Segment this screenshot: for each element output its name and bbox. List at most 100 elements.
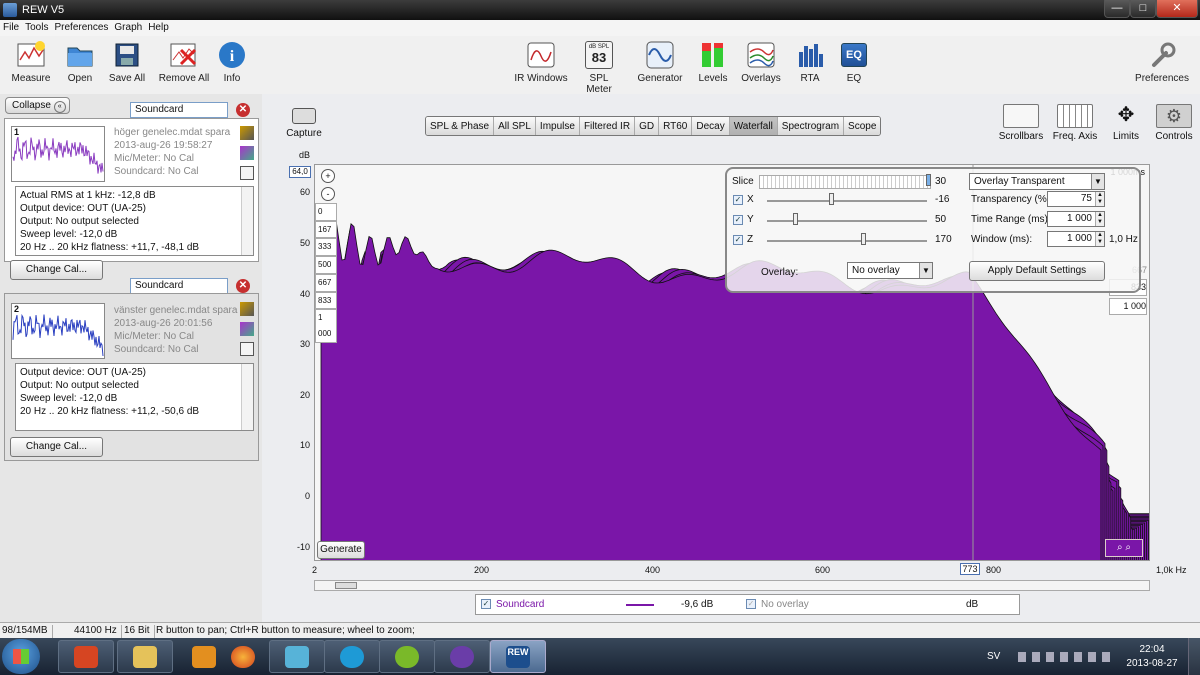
tab-impulse[interactable]: Impulse [535,117,580,135]
y-slider-thumb[interactable] [793,213,798,225]
y-top-value[interactable]: 64,0 [289,166,311,178]
ir-windows-label: IR Windows [514,73,568,84]
measurement-2-soundcard-field[interactable]: Soundcard [130,278,228,294]
z-slider-thumb[interactable] [861,233,866,245]
measurement-1-thumbnail[interactable]: 1 [11,126,105,182]
save-all-button[interactable]: Save All [106,40,148,84]
measurement-1-notes-icon[interactable] [240,166,254,180]
minimize-button[interactable]: — [1104,0,1130,18]
legend-overlay-checkbox[interactable]: ✓ [746,599,756,609]
measurement-card-2[interactable]: Soundcard ✕ 2 vänster genelec.mdat spara… [4,271,259,461]
transparency-spinner[interactable]: 75 ▲ ▼ [1047,191,1105,207]
zoom-pair-icon[interactable]: ⌕ ⌕ [1105,539,1143,557]
measurement-2-cal-icon[interactable] [240,322,254,336]
menu-graph[interactable]: Graph [111,20,145,33]
close-button[interactable]: ✕ [1156,0,1198,18]
task-firefox[interactable] [215,640,271,673]
slice-slider[interactable] [759,175,931,189]
capture-button[interactable]: Capture [284,108,324,139]
time-range-value: 1 000 [1066,213,1092,224]
task-messenger[interactable] [269,640,325,673]
language-indicator[interactable]: SV [987,651,1000,662]
slice-slider-thumb[interactable] [926,174,931,186]
waterfall-plot[interactable]: + - 0 167 333 500 667 833 1 000 1 000ms … [314,164,1150,561]
x-slider[interactable] [767,200,927,202]
task-spotify[interactable] [379,640,435,673]
preferences-button[interactable]: Preferences [1132,40,1192,84]
change-cal-button-2[interactable]: Change Cal... [10,437,103,457]
y-checkbox[interactable]: ✓ [733,215,743,225]
measurement-1-info-scrollbar[interactable] [241,187,253,255]
open-button[interactable]: Open [60,40,100,84]
time-range-spinner[interactable]: 1 000 ▲ ▼ [1047,211,1105,227]
maximize-button[interactable]: □ [1130,0,1156,18]
overlay-mode-select[interactable]: Overlay Transparent ▼ [969,173,1105,190]
tab-waterfall[interactable]: Waterfall [729,117,778,135]
rta-button[interactable]: RTA [793,40,827,84]
measurement-card-1[interactable]: Soundcard ✕ 1 höger genelec.mdat spara 2… [4,96,259,262]
task-skype[interactable] [324,640,380,673]
task-rew[interactable]: REW [490,640,546,673]
measurement-2-delete-icon[interactable]: ✕ [236,279,250,293]
measurement-1-soundcard-field[interactable]: Soundcard [130,102,228,118]
limits-button[interactable]: ✥ Limits [1104,104,1148,142]
measurement-2-thumbnail[interactable]: 2 [11,303,105,359]
task-explorer[interactable] [117,640,173,673]
clock[interactable]: 22:04 2013-08-27 [1124,643,1180,671]
measurement-1-edit-icon[interactable] [240,126,254,140]
remove-all-button[interactable]: Remove All [156,40,212,84]
measurement-2-edit-icon[interactable] [240,302,254,316]
generate-button[interactable]: Generate [317,541,365,559]
tab-spectrogram[interactable]: Spectrogram [777,117,845,135]
tab-filtered-ir[interactable]: Filtered IR [579,117,636,135]
tab-gd[interactable]: GD [635,117,660,135]
measurement-1-cal-icon[interactable] [240,146,254,160]
ir-windows-button[interactable]: IR Windows [511,40,571,84]
eq-button[interactable]: EQ EQ [837,40,871,84]
apply-default-settings-button[interactable]: Apply Default Settings [969,261,1105,281]
x-checkbox[interactable]: ✓ [733,195,743,205]
zoom-out-icon[interactable]: - [321,187,335,201]
y-slider[interactable] [767,220,927,222]
menu-tools[interactable]: Tools [22,20,51,33]
levels-button[interactable]: Levels [695,40,731,84]
spinner-arrows-icon[interactable]: ▲ ▼ [1095,192,1104,206]
measure-button[interactable]: Measure [8,40,54,84]
horizontal-scrollbar-thumb[interactable] [335,582,357,589]
z-slider[interactable] [767,240,927,242]
spinner-arrows-icon[interactable]: ▲ ▼ [1095,232,1104,246]
scrollbars-button[interactable]: Scrollbars [996,104,1046,142]
window-spinner[interactable]: 1 000 ▲ ▼ [1047,231,1105,247]
spinner-arrows-icon[interactable]: ▲ ▼ [1095,212,1104,226]
start-button[interactable] [2,639,40,674]
freq-axis-button[interactable]: Freq. Axis [1050,104,1100,142]
show-desktop-button[interactable] [1188,638,1200,675]
menu-file[interactable]: File [0,20,22,33]
info-button[interactable]: i Info [216,40,248,84]
overlays-button[interactable]: Overlays [739,40,783,84]
zoom-in-icon[interactable]: + [321,169,335,183]
menu-preferences[interactable]: Preferences [51,20,111,33]
z-checkbox[interactable]: ✓ [733,235,743,245]
generator-button[interactable]: Generator [634,40,686,84]
tab-rt60[interactable]: RT60 [659,117,693,135]
task-office[interactable] [58,640,114,673]
measurement-1-delete-icon[interactable]: ✕ [236,103,250,117]
legend-soundcard-checkbox[interactable]: ✓ [481,599,491,609]
tab-spl-phase[interactable]: SPL & Phase [426,117,495,135]
measurement-2-date: 2013-aug-26 20:01:56 [114,318,213,329]
spl-meter-button[interactable]: dB SPL 83 SPL Meter [576,40,622,95]
z-tick: 833 [315,291,337,310]
x-slider-thumb[interactable] [829,193,834,205]
tab-all-spl[interactable]: All SPL [494,117,536,135]
tab-scope[interactable]: Scope [844,117,881,135]
controls-button[interactable]: ⚙ Controls [1152,104,1196,142]
tray-icons[interactable] [1018,652,1112,662]
measurement-2-info-scrollbar[interactable] [241,364,253,430]
task-itunes[interactable] [434,640,490,673]
horizontal-scrollbar[interactable] [314,580,1150,591]
overlay-select[interactable]: No overlay ▼ [847,262,933,279]
measurement-2-notes-icon[interactable] [240,342,254,356]
tab-decay[interactable]: Decay [692,117,730,135]
menu-help[interactable]: Help [145,20,172,33]
